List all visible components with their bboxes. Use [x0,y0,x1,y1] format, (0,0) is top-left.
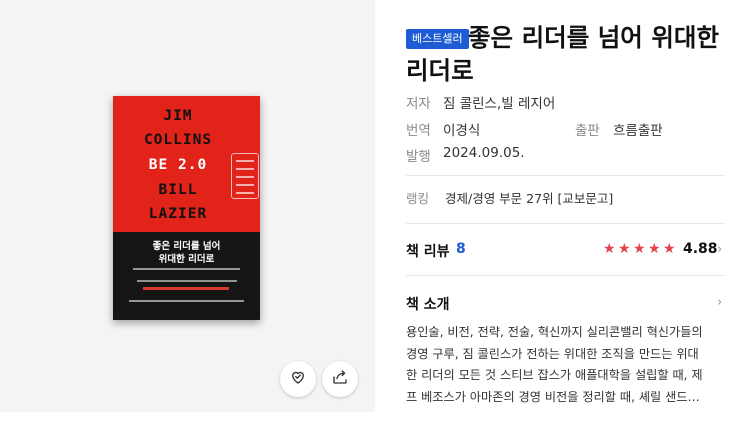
star-icon: ★ [603,241,616,257]
chevron-right-icon: › [717,295,723,310]
rating-value: 4.88 [683,241,718,257]
cover-title-line-1: 좋은 리더를 넘어 [152,241,221,252]
cover-bottom-black: 좋은 리더를 넘어 위대한 리더로 [113,232,260,320]
intro-line: 프 베조스가 아마존의 경영 비전을 정리할 때, 셰릴 샌드… [406,389,700,404]
cover-top-red: JIM COLLINS BE 2.0 BILL LAZIER [113,96,260,232]
wishlist-button[interactable] [280,361,316,397]
heart-check-icon [289,368,307,390]
ranking-label: 랭킹 [406,191,430,206]
date-value: 2024.09.05. [443,145,525,161]
date-label: 발행 [406,149,431,165]
chevron-right-icon: › [717,242,723,257]
author-value[interactable]: 짐 콜린스,빌 레지어 [443,92,555,112]
cover-quote [137,280,237,282]
cover-quote-highlight [143,287,229,290]
publisher-value[interactable]: 흐름출판 [613,119,663,139]
divider [406,275,725,276]
translator-label: 번역 [406,123,431,139]
cover-sticker [231,153,259,199]
divider [406,175,725,176]
intro-label: 책 소개 [406,297,450,313]
cover-fine-print [133,268,240,270]
star-rating: ★ ★ ★ ★ ★ [603,242,678,257]
cover-title-line-2: 위대한 리더로 [158,254,215,265]
share-button[interactable] [322,361,358,397]
divider [406,223,725,224]
ranking-value: 경제/경영 부문 27위 [교보문고] [445,191,614,206]
cover-image-area: JIM COLLINS BE 2.0 BILL LAZIER 좋은 리더를 넘어… [0,0,375,412]
review-label: 책 리뷰 [406,244,450,260]
intro-text: 용인술, 비전, 전략, 전술, 혁신까지 실리콘밸리 혁신가들의 경영 구루,… [406,322,728,408]
star-icon: ★ [663,241,676,257]
publisher-label: 출판 [575,123,600,139]
star-icon: ★ [618,241,631,257]
star-icon: ★ [648,241,661,257]
cover-subtitle: BE 2.0 [148,157,208,173]
cover-author-collins: COLLINS [143,132,213,148]
book-title: 좋은 리더를 넘어 위대한 리더로 [406,21,736,87]
intro-line: 용인술, 비전, 전략, 전술, 혁신까지 실리콘밸리 혁신가들의 [406,325,703,339]
intro-line: 경영 구루, 짐 콜린스가 전하는 위대한 조직을 만드는 위대 [406,346,699,361]
cover-author-bill: BILL [158,182,198,198]
book-title-text: 좋은 리더를 넘어 위대한 리더로 [406,23,719,85]
cover-author-jim: JIM [163,108,193,124]
author-label: 저자 [406,96,431,112]
translator-value[interactable]: 이경식 [443,119,480,139]
review-count: 8 [456,241,466,257]
share-icon [331,368,349,390]
cover-author-lazier: LAZIER [148,206,208,222]
star-icon: ★ [633,241,646,257]
cover-bottom-print [129,300,244,302]
book-cover-image[interactable]: JIM COLLINS BE 2.0 BILL LAZIER 좋은 리더를 넘어… [113,96,260,320]
intro-line: 한 리더의 모든 것 스티브 잡스가 애플대학을 설립할 때, 제 [406,368,703,382]
